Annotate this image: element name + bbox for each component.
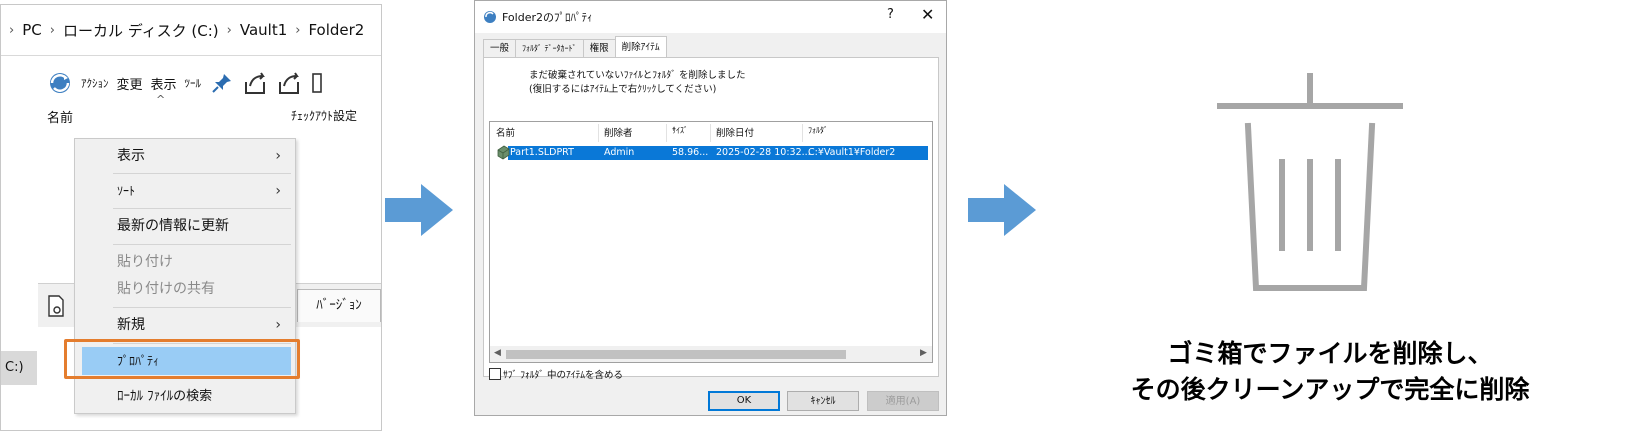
tab-version[interactable]: ﾊﾞｰｼﾞｮﾝ	[297, 289, 381, 322]
tab-general[interactable]: 一般	[483, 39, 517, 58]
column-header-date[interactable]: 削除日付	[716, 125, 754, 139]
part-file-icon	[497, 145, 510, 160]
cell-folder: C:¥Vault1¥Folder2	[808, 147, 896, 158]
breadcrumb-vault1[interactable]: Vault1	[240, 21, 287, 39]
menu-item-find-local[interactable]: ﾛｰｶﾙ ﾌｧｲﾙの検索	[75, 382, 295, 410]
vault-refresh-icon[interactable]	[47, 70, 73, 96]
menu-item-label: 表示	[117, 148, 145, 164]
highlight-box	[64, 339, 300, 379]
ok-button[interactable]: OK	[708, 391, 780, 411]
menu-separator	[113, 208, 291, 209]
column-divider[interactable]	[710, 124, 711, 142]
menu-tools[interactable]: ﾂｰﾙ	[185, 75, 202, 91]
tab-folder-datacard[interactable]: ﾌｫﾙﾀﾞ ﾃﾞｰﾀｶｰﾄﾞ	[515, 39, 584, 58]
column-header-folder[interactable]: ﾌｫﾙﾀﾞ	[808, 125, 828, 136]
breadcrumb: › PC › ローカル ディスク (C:) › Vault1 › Folder2	[1, 5, 381, 56]
cell-date: 2025-02-28 10:32...	[716, 147, 811, 158]
properties-dialog: Folder2のﾌﾟﾛﾊﾟﾃｨ ? ✕ 一般 ﾌｫﾙﾀﾞ ﾃﾞｰﾀｶｰﾄﾞ 権限…	[474, 0, 947, 416]
menu-separator	[113, 173, 291, 174]
scroll-right-icon[interactable]: ▶	[920, 348, 927, 358]
deleted-items-message: まだ破棄されていないﾌｧｲﾙとﾌｫﾙﾀﾞ を削除しました (復旧するにはｱｲﾃﾑ…	[529, 69, 746, 97]
breadcrumb-local-disk[interactable]: ローカル ディスク (C:)	[63, 20, 219, 41]
menu-separator	[113, 307, 291, 308]
tab-deleted-items[interactable]: 削除ｱｲﾃﾑ	[614, 36, 667, 58]
vault-toolbar: ｱｸｼｮﾝ 変更 表示 ﾂｰﾙ	[47, 65, 323, 101]
tab-permissions[interactable]: 権限	[582, 39, 616, 58]
breadcrumb-pc[interactable]: PC	[22, 21, 42, 39]
column-header-size[interactable]: ｻｲｽﾞ	[672, 125, 688, 136]
menu-item-paste-share[interactable]: 貼り付けの共有	[75, 275, 295, 303]
help-button[interactable]: ?	[887, 7, 894, 22]
menu-item-label: 新規	[117, 317, 145, 333]
scrollbar-thumb[interactable]	[506, 350, 846, 359]
chevron-right-icon: ›	[275, 148, 281, 164]
menu-item-label: 貼り付け	[117, 254, 173, 270]
column-divider[interactable]	[802, 124, 803, 142]
menu-item-sort[interactable]: ｿｰﾄ ›	[75, 177, 295, 205]
caption-line-1: ゴミ箱でファイルを削除し、	[1167, 339, 1493, 368]
dialog-tabs: 一般 ﾌｫﾙﾀﾞ ﾃﾞｰﾀｶｰﾄﾞ 権限 削除ｱｲﾃﾑ	[483, 36, 667, 58]
cancel-button[interactable]: ｷｬﾝｾﾙ	[787, 391, 859, 411]
cell-name: Part1.SLDPRT	[510, 147, 574, 158]
apply-button[interactable]: 適用(A)	[867, 391, 939, 411]
chevron-right-icon: ›	[49, 22, 55, 38]
caption-line-2: その後クリーンアップで完全に削除	[1130, 375, 1530, 404]
explorer-panel: › PC › ローカル ディスク (C:) › Vault1 › Folder2…	[0, 4, 382, 431]
menu-item-refresh[interactable]: 最新の情報に更新	[75, 212, 295, 240]
vault-icon	[484, 11, 496, 23]
drive-label[interactable]: C:)	[1, 351, 37, 385]
chevron-right-icon: ›	[275, 317, 281, 333]
cell-size: 58.96...	[672, 147, 709, 158]
menu-item-label: ﾛｰｶﾙ ﾌｧｲﾙの検索	[117, 389, 213, 404]
menu-item-new[interactable]: 新規 ›	[75, 311, 295, 339]
column-header-checkout[interactable]: ﾁｪｯｸｱｳﾄ設定	[291, 107, 357, 124]
menu-item-label: ｿｰﾄ	[117, 184, 136, 198]
pin-icon[interactable]	[209, 70, 235, 96]
message-line: (復旧するにはｱｲﾃﾑ上で右ｸﾘｯｸしてください)	[529, 84, 717, 95]
column-header-name[interactable]: 名前	[47, 107, 73, 126]
trash-icon	[1217, 73, 1403, 291]
message-line: まだ破棄されていないﾌｧｲﾙとﾌｫﾙﾀﾞ を削除しました	[529, 70, 746, 81]
dialog-title: Folder2のﾌﾟﾛﾊﾟﾃｨ	[502, 11, 593, 24]
horizontal-scrollbar[interactable]: ◀ ▶	[490, 346, 932, 362]
dialog-titlebar: Folder2のﾌﾟﾛﾊﾟﾃｨ ? ✕	[475, 1, 946, 33]
arrow-right-icon	[385, 184, 453, 236]
close-button[interactable]: ✕	[921, 5, 934, 24]
menu-action[interactable]: ｱｸｼｮﾝ	[81, 75, 109, 91]
preview-icon[interactable]	[47, 295, 65, 317]
menu-item-paste[interactable]: 貼り付け	[75, 248, 295, 276]
chevron-right-icon: ›	[275, 183, 281, 199]
check-out-icon[interactable]	[277, 70, 303, 96]
overflow-icon[interactable]	[311, 70, 323, 96]
column-divider[interactable]	[666, 124, 667, 142]
scroll-left-icon[interactable]: ◀	[494, 348, 501, 358]
menu-item-label: 最新の情報に更新	[117, 218, 229, 234]
sort-ascending-icon: ^	[156, 93, 166, 106]
include-subfolders-label[interactable]: ｻﾌﾞ ﾌｫﾙﾀﾞ 中のｱｲﾃﾑを含める	[503, 367, 623, 381]
menu-view[interactable]: 表示	[151, 74, 177, 93]
chevron-right-icon: ›	[226, 22, 232, 38]
column-header-name[interactable]: 名前	[496, 125, 515, 139]
breadcrumb-folder2[interactable]: Folder2	[308, 21, 364, 39]
deleted-items-list[interactable]: 名前 削除者 ｻｲｽﾞ 削除日付 ﾌｫﾙﾀﾞ Part1.SLDPRT Admi…	[489, 121, 933, 363]
include-subfolders-checkbox[interactable]	[489, 368, 501, 380]
check-in-icon[interactable]	[243, 70, 269, 96]
menu-separator	[113, 244, 291, 245]
arrow-right-icon	[968, 184, 1036, 236]
caption: ゴミ箱でファイルを削除し、 その後クリーンアップで完全に削除	[1060, 336, 1600, 408]
column-divider[interactable]	[598, 124, 599, 142]
chevron-right-icon: ›	[295, 22, 301, 38]
menu-modify[interactable]: 変更	[117, 74, 143, 93]
menu-item-view[interactable]: 表示 ›	[75, 142, 295, 170]
column-header-deleted-by[interactable]: 削除者	[604, 125, 633, 139]
cell-deleted-by: Admin	[604, 147, 635, 158]
menu-item-label: 貼り付けの共有	[117, 281, 215, 297]
chevron-right-icon: ›	[9, 22, 15, 38]
